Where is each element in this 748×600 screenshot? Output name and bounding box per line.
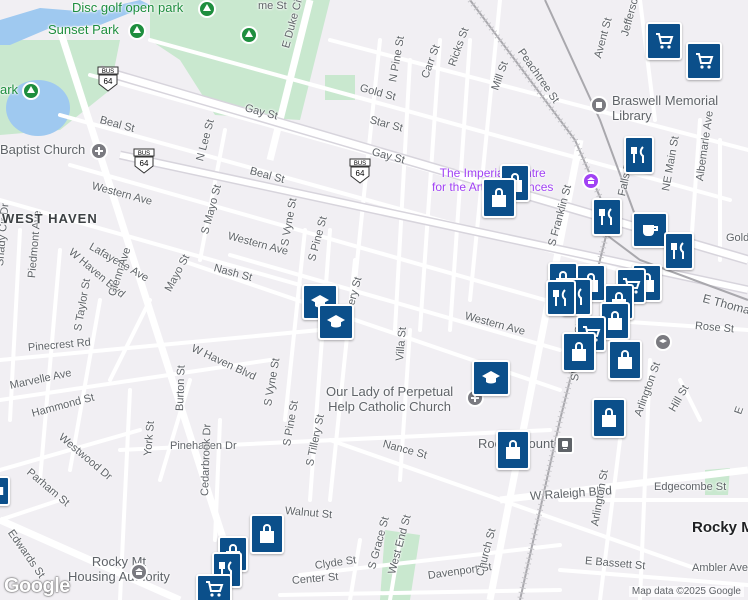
- restaurant-icon[interactable]: [624, 136, 654, 174]
- library-label-text: Braswell Memorial Library: [612, 93, 719, 123]
- housing-line1: Rocky Mt: [91, 554, 147, 569]
- shopping-bag-icon[interactable]: [608, 340, 642, 380]
- street-label: Burton St: [174, 364, 188, 412]
- street-label: Cedarbrook Dr: [199, 423, 214, 497]
- map-marker-icon[interactable]: [0, 476, 10, 506]
- shopping-cart-icon[interactable]: [686, 42, 722, 80]
- shopping-bag-icon[interactable]: [482, 178, 516, 218]
- restaurant-icon[interactable]: [546, 280, 576, 316]
- street-label: Gold: [726, 232, 748, 244]
- street-label: Edgecombe St: [654, 481, 727, 493]
- park-icon[interactable]: [240, 26, 258, 44]
- school-icon[interactable]: [318, 304, 354, 340]
- us-64-business-shield: BUS 64: [133, 148, 155, 174]
- park-icon[interactable]: [22, 82, 40, 100]
- us-64-business-shield: BUS 64: [97, 66, 119, 92]
- museum-icon[interactable]: [582, 172, 600, 190]
- restaurant-icon[interactable]: [592, 198, 622, 236]
- library-icon[interactable]: [590, 96, 608, 114]
- svg-text:BUS: BUS: [102, 69, 114, 75]
- svg-text:64: 64: [140, 159, 149, 168]
- church-line2: Help Catholic Church: [328, 399, 452, 414]
- park-label: Disc golf open park: [72, 0, 184, 15]
- svg-text:64: 64: [104, 77, 113, 86]
- map-attribution: Map data ©2025 Google: [628, 586, 744, 597]
- shopping-cart-icon[interactable]: [646, 22, 682, 60]
- shopping-bag-icon[interactable]: [592, 398, 626, 438]
- park-icon[interactable]: [128, 22, 146, 40]
- education-icon[interactable]: [654, 333, 672, 351]
- svg-text:BUS: BUS: [354, 161, 366, 167]
- government-icon[interactable]: [130, 563, 148, 581]
- us-64-business-shield: BUS 64: [349, 158, 371, 184]
- cafe-icon[interactable]: [632, 212, 668, 248]
- train-station-icon[interactable]: [556, 436, 574, 454]
- svg-text:BUS: BUS: [138, 151, 150, 157]
- street-label: Ambler Ave: [692, 562, 748, 574]
- shopping-cart-icon[interactable]: [196, 574, 232, 600]
- church-label: Baptist Church: [0, 142, 86, 157]
- shopping-bag-icon[interactable]: [562, 332, 596, 372]
- church-line1: Our Lady of Perpetual: [326, 384, 454, 399]
- housing-line2: Housing Authority: [68, 569, 170, 584]
- svg-text:64: 64: [356, 169, 365, 178]
- street-label: me St: [258, 0, 287, 12]
- map-canvas[interactable]: E Duke Cir me St N Pine St Carr St Ricks…: [0, 0, 748, 600]
- neighborhood-label: WEST HAVEN: [2, 211, 98, 226]
- restaurant-icon[interactable]: [664, 232, 694, 270]
- park-label: Sunset Park: [48, 22, 119, 37]
- park-label: ark: [0, 82, 19, 97]
- shopping-bag-icon[interactable]: [496, 430, 530, 470]
- shopping-bag-icon[interactable]: [250, 514, 284, 554]
- park-icon[interactable]: [198, 0, 216, 18]
- school-icon[interactable]: [472, 360, 510, 396]
- google-logo: Google: [4, 575, 70, 597]
- church-label: Our Lady of Perpetual Help Catholic Chur…: [326, 384, 453, 414]
- library-label: Braswell Memorial Library: [612, 93, 732, 123]
- housing-authority-label: Rocky Mt Housing Authority: [68, 554, 170, 584]
- church-icon[interactable]: [90, 142, 108, 160]
- city-label: Rocky M: [692, 519, 748, 536]
